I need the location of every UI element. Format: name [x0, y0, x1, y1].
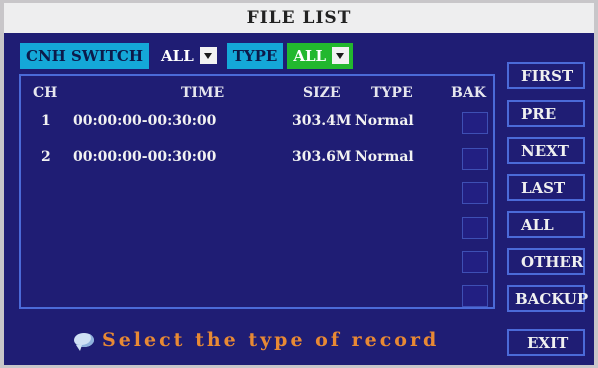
select-all-button[interactable]: ALL — [507, 211, 585, 238]
table-row[interactable]: 1 00:00:00-00:30:00 303.4M Normal — [21, 110, 493, 136]
channel-select-value: ALL — [161, 46, 194, 65]
backup-button[interactable]: BACKUP — [507, 285, 588, 312]
row-time: 00:00:00-00:30:00 — [73, 149, 217, 165]
type-label: TYPE — [226, 42, 284, 69]
file-list-table: CH TIME SIZE TYPE BAK 1 00:00:00-00:30:0… — [19, 74, 495, 309]
backup-checkbox[interactable] — [462, 251, 488, 273]
exit-button[interactable]: EXIT — [507, 329, 585, 356]
column-header-bak: BAK — [451, 85, 486, 101]
file-list-window: FILE LIST CNH SWITCH ALL TYPE ALL CH TIM… — [4, 3, 594, 365]
last-button[interactable]: LAST — [507, 174, 585, 201]
row-size: 303.4M — [292, 113, 352, 129]
channel-switch-label: CNH SWITCH — [20, 42, 150, 69]
status-bar: Select the type of record — [74, 325, 439, 355]
other-button[interactable]: OTHER — [507, 248, 585, 275]
backup-checkbox[interactable] — [462, 285, 488, 307]
row-channel: 2 — [41, 149, 51, 165]
column-header-size: SIZE — [303, 85, 341, 101]
chevron-down-icon[interactable] — [199, 47, 217, 64]
channel-select[interactable]: ALL — [155, 43, 221, 69]
type-select[interactable]: ALL — [287, 42, 354, 69]
previous-button[interactable]: PRE — [507, 100, 585, 127]
backup-checkbox[interactable] — [462, 112, 488, 134]
backup-checkbox[interactable] — [462, 217, 488, 239]
backup-checkbox[interactable] — [462, 148, 488, 170]
speech-bubble-icon — [74, 333, 94, 351]
type-select-value: ALL — [293, 46, 327, 65]
next-button[interactable]: NEXT — [507, 137, 585, 164]
window-title: FILE LIST — [4, 3, 594, 33]
row-time: 00:00:00-00:30:00 — [73, 113, 217, 129]
row-type: Normal — [355, 149, 414, 165]
row-type: Normal — [355, 113, 414, 129]
column-header-type: TYPE — [371, 85, 413, 101]
column-header-time: TIME — [181, 85, 225, 101]
table-row[interactable]: 2 00:00:00-00:30:00 303.6M Normal — [21, 146, 493, 172]
row-channel: 1 — [41, 113, 51, 129]
first-button[interactable]: FIRST — [507, 62, 585, 89]
row-size: 303.6M — [292, 149, 352, 165]
chevron-down-icon[interactable] — [332, 47, 350, 64]
column-header-ch: CH — [33, 85, 58, 101]
backup-checkbox[interactable] — [462, 182, 488, 204]
status-message: Select the type of record — [102, 329, 440, 351]
filter-bar: CNH SWITCH ALL TYPE ALL — [20, 42, 359, 69]
